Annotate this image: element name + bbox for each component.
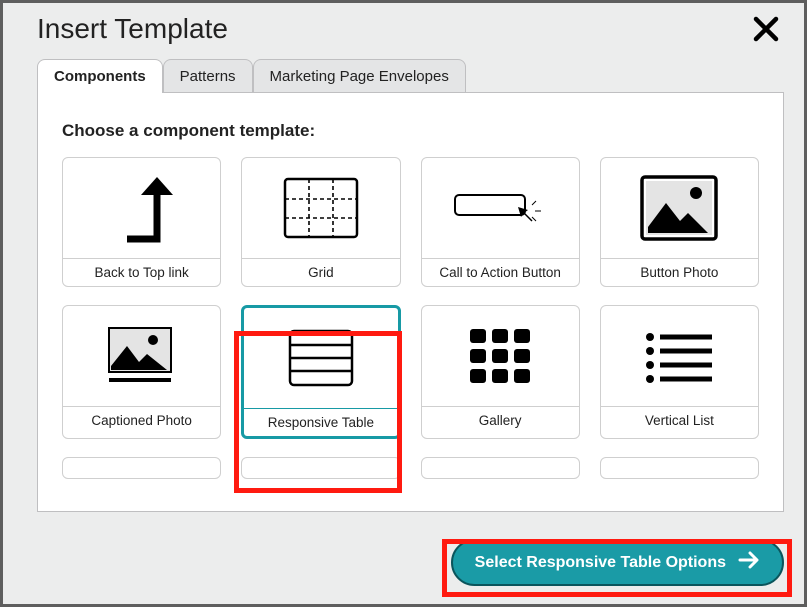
tab-panel-components: Choose a component template: Back to Top… [37,92,784,512]
card-label: Button Photo [601,258,758,286]
tabstrip: Components Patterns Marketing Page Envel… [3,59,804,93]
tab-marketing-envelopes[interactable]: Marketing Page Envelopes [253,59,466,93]
card-captioned-photo[interactable]: Captioned Photo [62,305,221,439]
card-stub[interactable] [421,457,580,479]
grid-3x3-icon [242,158,399,258]
bullet-list-icon [601,306,758,406]
card-label: Responsive Table [244,408,397,436]
card-label: Vertical List [601,406,758,434]
prompt-text: Choose a component template: [62,121,759,141]
card-stub[interactable] [600,457,759,479]
tab-components[interactable]: Components [37,59,163,93]
tab-patterns[interactable]: Patterns [163,59,253,93]
table-rows-icon [244,308,397,408]
card-stub[interactable] [241,457,400,479]
close-icon[interactable] [752,15,780,43]
dialog-title: Insert Template [37,13,228,45]
card-label: Call to Action Button [422,258,579,286]
card-gallery[interactable]: Gallery [421,305,580,439]
arrow-right-icon [738,551,760,574]
arrow-up-turn-icon [63,158,220,258]
select-options-button[interactable]: Select Responsive Table Options [451,539,784,586]
card-label: Captioned Photo [63,406,220,434]
card-stub[interactable] [62,457,221,479]
button-click-icon [422,158,579,258]
card-responsive-table[interactable]: Responsive Table [241,305,400,439]
gallery-grid-icon [422,306,579,406]
cta-label: Select Responsive Table Options [475,554,726,572]
photo-frame-icon [601,158,758,258]
card-button-photo[interactable]: Button Photo [600,157,759,287]
card-vertical-list[interactable]: Vertical List [600,305,759,439]
photo-caption-icon [63,306,220,406]
card-grid[interactable]: Grid [241,157,400,287]
card-cta-button[interactable]: Call to Action Button [421,157,580,287]
card-label: Gallery [422,406,579,434]
component-grid: Back to Top link Grid [62,157,759,479]
card-label: Back to Top link [63,258,220,286]
card-back-to-top[interactable]: Back to Top link [62,157,221,287]
card-label: Grid [242,258,399,286]
